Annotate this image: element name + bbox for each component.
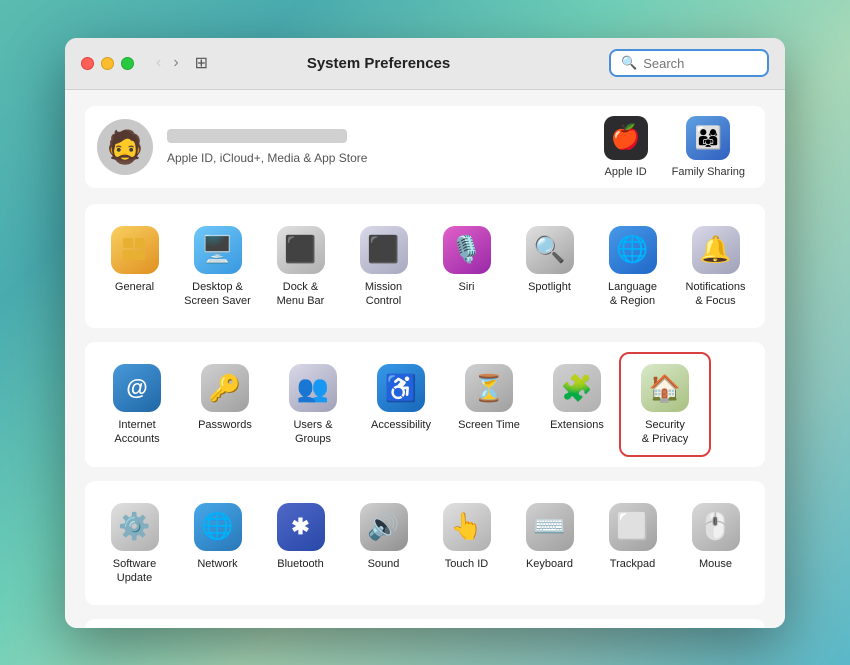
- pref-item-spotlight[interactable]: 🔍 Spotlight: [508, 216, 591, 317]
- pref-item-security[interactable]: 🏠 Security & Privacy: [621, 354, 709, 455]
- user-info: Apple ID, iCloud+, Media & App Store: [167, 129, 590, 165]
- search-box[interactable]: 🔍: [609, 49, 769, 77]
- language-label: Language & Region: [608, 280, 657, 309]
- keyboard-icon: ⌨️: [526, 503, 574, 551]
- spotlight-icon: 🔍: [526, 226, 574, 274]
- mission-label: Mission Control: [365, 280, 402, 309]
- passwords-icon: 🔑: [201, 364, 249, 412]
- user-sub-text: Apple ID, iCloud+, Media & App Store: [167, 151, 590, 165]
- pref-item-touchid[interactable]: 👆 Touch ID: [425, 493, 508, 594]
- pref-item-extensions[interactable]: 🧩 Extensions: [533, 354, 621, 455]
- security-label: Security & Privacy: [642, 418, 688, 447]
- desktop-icon: 🖥️: [194, 226, 242, 274]
- network-icon: 🌐: [194, 503, 242, 551]
- mission-icon: ⬛: [360, 226, 408, 274]
- pref-section-2: @ Internet Accounts 🔑 Passwords 👥 Users & Gro…: [85, 342, 765, 467]
- pref-item-general[interactable]: General: [93, 216, 176, 317]
- general-label: General: [115, 280, 154, 294]
- mouse-icon: 🖱️: [692, 503, 740, 551]
- extensions-icon: 🧩: [553, 364, 601, 412]
- pref-item-passwords[interactable]: 🔑 Passwords: [181, 354, 269, 455]
- bluetooth-label: Bluetooth: [277, 557, 323, 571]
- siri-icon: 🎙️: [443, 226, 491, 274]
- software-icon: ⚙️: [111, 503, 159, 551]
- pref-item-software[interactable]: ⚙️ Software Update: [93, 493, 176, 594]
- trackpad-icon: ⬜: [609, 503, 657, 551]
- pref-item-sound[interactable]: 🔊 Sound: [342, 493, 425, 594]
- siri-label: Siri: [459, 280, 475, 294]
- apple-id-action[interactable]: 🍎 Apple ID: [604, 116, 648, 178]
- family-sharing-action[interactable]: 👨‍👩‍👧 Family Sharing: [672, 116, 745, 178]
- user-right-actions: 🍎 Apple ID 👨‍👩‍👧 Family Sharing: [604, 116, 745, 178]
- minimize-button[interactable]: [101, 57, 114, 70]
- family-sharing-icon: 👨‍👩‍👧: [686, 116, 730, 160]
- user-section: 🧔 Apple ID, iCloud+, Media & App Store 🍎…: [85, 106, 765, 188]
- accessibility-label: Accessibility: [371, 418, 431, 432]
- touchid-icon: 👆: [443, 503, 491, 551]
- language-icon: 🌐: [609, 226, 657, 274]
- pref-item-bluetooth[interactable]: ✱ Bluetooth: [259, 493, 342, 594]
- content-area: 🧔 Apple ID, iCloud+, Media & App Store 🍎…: [65, 90, 785, 628]
- pref-item-language[interactable]: 🌐 Language & Region: [591, 216, 674, 317]
- pref-item-accessibility[interactable]: ♿ Accessibility: [357, 354, 445, 455]
- mouse-label: Mouse: [699, 557, 732, 571]
- family-sharing-label: Family Sharing: [672, 166, 745, 178]
- apple-id-icon: 🍎: [604, 116, 648, 160]
- sound-icon: 🔊: [360, 503, 408, 551]
- pref-item-network[interactable]: 🌐 Network: [176, 493, 259, 594]
- users-icon: 👥: [289, 364, 337, 412]
- pref-item-siri[interactable]: 🎙️ Siri: [425, 216, 508, 317]
- desktop-label: Desktop & Screen Saver: [184, 280, 251, 309]
- pref-section-4: 🖥️Displays🖨️Printers & Scanners🔋Battery🕐…: [85, 619, 765, 627]
- pref-item-internet[interactable]: @ Internet Accounts: [93, 354, 181, 455]
- search-input[interactable]: [643, 56, 757, 71]
- window-title: System Preferences: [158, 55, 599, 72]
- dock-icon: ⬛: [277, 226, 325, 274]
- close-button[interactable]: [81, 57, 94, 70]
- system-preferences-window: ‹ › ⊞ System Preferences 🔍 🧔 Apple ID, i…: [65, 38, 785, 628]
- user-name-bar: [167, 129, 347, 143]
- screentime-icon: ⏳: [465, 364, 513, 412]
- internet-label: Internet Accounts: [114, 418, 159, 447]
- pref-item-mouse[interactable]: 🖱️ Mouse: [674, 493, 757, 594]
- touchid-label: Touch ID: [445, 557, 488, 571]
- pref-row-3: ⚙️ Software Update 🌐 Network ✱ Bluetooth 🔊 Soun…: [93, 493, 757, 594]
- security-icon: 🏠: [641, 364, 689, 412]
- screentime-label: Screen Time: [458, 418, 520, 432]
- traffic-lights: [81, 57, 134, 70]
- avatar: 🧔: [97, 119, 153, 175]
- pref-item-notifications[interactable]: 🔔 Notifications & Focus: [674, 216, 757, 317]
- pref-section-3: ⚙️ Software Update 🌐 Network ✱ Bluetooth 🔊 Soun…: [85, 481, 765, 606]
- network-label: Network: [197, 557, 237, 571]
- pref-section-1: General 🖥️ Desktop & Screen Saver ⬛ Dock & M…: [85, 204, 765, 329]
- internet-icon: @: [113, 364, 161, 412]
- dock-label: Dock & Menu Bar: [277, 280, 325, 309]
- extensions-label: Extensions: [550, 418, 604, 432]
- sound-label: Sound: [368, 557, 400, 571]
- bluetooth-icon: ✱: [277, 503, 325, 551]
- keyboard-label: Keyboard: [526, 557, 573, 571]
- pref-item-trackpad[interactable]: ⬜ Trackpad: [591, 493, 674, 594]
- pref-item-keyboard[interactable]: ⌨️ Keyboard: [508, 493, 591, 594]
- search-icon: 🔍: [621, 55, 637, 71]
- notifications-icon: 🔔: [692, 226, 740, 274]
- software-label: Software Update: [113, 557, 156, 586]
- pref-item-users[interactable]: 👥 Users & Groups: [269, 354, 357, 455]
- maximize-button[interactable]: [121, 57, 134, 70]
- notifications-label: Notifications & Focus: [686, 280, 746, 309]
- pref-item-mission[interactable]: ⬛ Mission Control: [342, 216, 425, 317]
- apple-id-label: Apple ID: [605, 166, 647, 178]
- general-icon: [111, 226, 159, 274]
- pref-item-dock[interactable]: ⬛ Dock & Menu Bar: [259, 216, 342, 317]
- title-bar: ‹ › ⊞ System Preferences 🔍: [65, 38, 785, 90]
- pref-item-screentime[interactable]: ⏳ Screen Time: [445, 354, 533, 455]
- passwords-label: Passwords: [198, 418, 252, 432]
- pref-row-2: @ Internet Accounts 🔑 Passwords 👥 Users & Gro…: [93, 354, 757, 455]
- accessibility-icon: ♿: [377, 364, 425, 412]
- trackpad-label: Trackpad: [610, 557, 655, 571]
- pref-item-desktop[interactable]: 🖥️ Desktop & Screen Saver: [176, 216, 259, 317]
- pref-row-1: General 🖥️ Desktop & Screen Saver ⬛ Dock & M…: [93, 216, 757, 317]
- spotlight-label: Spotlight: [528, 280, 571, 294]
- users-label: Users & Groups: [293, 418, 332, 447]
